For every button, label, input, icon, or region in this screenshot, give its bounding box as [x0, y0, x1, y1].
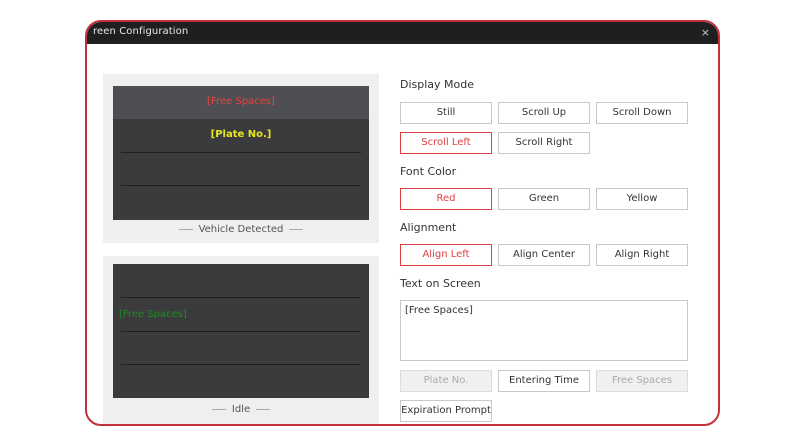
insert-free-spaces-button[interactable]: Free Spaces: [596, 370, 688, 392]
screen-configuration-dialog: reen Configuration × [Free Spaces] [Plat…: [85, 20, 720, 426]
row-divider: [121, 364, 361, 365]
idle-preview: [Free Spaces] Idle: [103, 256, 379, 424]
caption-dash: [289, 228, 304, 230]
free-spaces-text: [Free Spaces]: [119, 309, 187, 320]
still-button[interactable]: Still: [400, 102, 492, 124]
yellow-color-button[interactable]: Yellow: [596, 188, 688, 210]
insert-entering-time-button[interactable]: Entering Time: [498, 370, 590, 392]
text-on-screen-input[interactable]: [Free Spaces]: [400, 300, 688, 361]
plate-no-text: [Plate No.]: [210, 129, 272, 140]
caption-text: Idle: [231, 404, 251, 415]
scroll-up-button[interactable]: Scroll Up: [498, 102, 590, 124]
close-icon[interactable]: ×: [701, 26, 710, 39]
scroll-left-button[interactable]: Scroll Left: [400, 132, 492, 154]
row-divider: [121, 297, 361, 298]
insert-expiration-prompt-button[interactable]: Expiration Prompt: [400, 400, 492, 422]
align-center-button[interactable]: Align Center: [498, 244, 590, 266]
preview-caption: Idle: [103, 404, 379, 415]
caption-dash: [178, 228, 193, 230]
title-bar: reen Configuration ×: [87, 22, 718, 44]
scroll-down-button[interactable]: Scroll Down: [596, 102, 688, 124]
red-color-button[interactable]: Red: [400, 188, 492, 210]
led-screen-preview: [Free Spaces]: [113, 264, 369, 398]
dialog-title: reen Configuration: [93, 26, 189, 37]
font-color-label: Font Color: [400, 165, 457, 178]
caption-dash: [211, 408, 226, 410]
insert-plate-no-button[interactable]: Plate No.: [400, 370, 492, 392]
caption-dash: [256, 408, 271, 410]
alignment-label: Alignment: [400, 221, 457, 234]
align-right-button[interactable]: Align Right: [596, 244, 688, 266]
preview-caption: Vehicle Detected: [103, 224, 379, 235]
led-screen-preview: [Free Spaces] [Plate No.]: [113, 86, 369, 220]
green-color-button[interactable]: Green: [498, 188, 590, 210]
scroll-right-button[interactable]: Scroll Right: [498, 132, 590, 154]
align-left-button[interactable]: Align Left: [400, 244, 492, 266]
row-divider: [121, 185, 361, 186]
text-on-screen-label: Text on Screen: [400, 277, 481, 290]
display-mode-label: Display Mode: [400, 78, 475, 91]
row-divider: [121, 331, 361, 332]
caption-text: Vehicle Detected: [198, 224, 284, 235]
free-spaces-text: [Free Spaces]: [207, 96, 275, 107]
vehicle-detected-preview: [Free Spaces] [Plate No.] Vehicle Detect…: [103, 74, 379, 243]
row-divider: [121, 152, 361, 153]
